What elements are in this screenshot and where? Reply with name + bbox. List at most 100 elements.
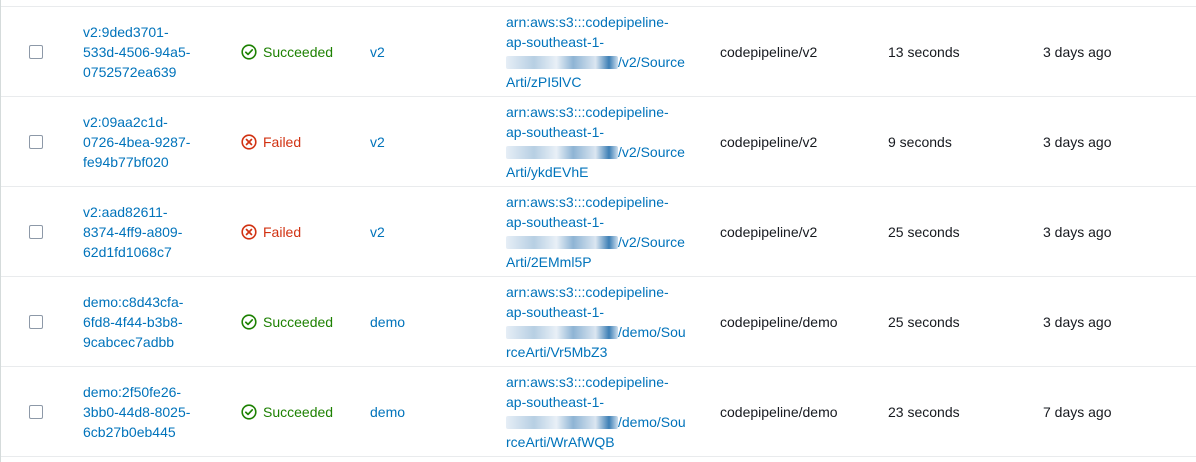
- pipeline-link[interactable]: v2: [370, 132, 385, 152]
- artifact-line-4: rceArti/Vr5MbZ3: [506, 343, 608, 360]
- status-indicator: Failed: [241, 222, 301, 242]
- pipeline-cell: v2: [370, 97, 450, 186]
- artifact-link[interactable]: arn:aws:s3:::codepipeline- ap-southeast-…: [506, 12, 685, 92]
- artifact-link[interactable]: arn:aws:s3:::codepipeline- ap-southeast-…: [506, 102, 685, 182]
- execution-id-link[interactable]: v2:9ded3701- 533d-4506-94a5- 0752572ea63…: [83, 22, 190, 82]
- status-indicator: Succeeded: [241, 312, 333, 332]
- artifact-line-1: arn:aws:s3:::codepipeline-: [506, 193, 669, 210]
- artifact-line-1: arn:aws:s3:::codepipeline-: [506, 373, 669, 390]
- execution-id-cell: v2:09aa2c1d- 0726-4bea-9287- fe94b77bf02…: [83, 97, 223, 186]
- row-select-cell: [29, 7, 45, 96]
- duration-cell: 13 seconds: [888, 7, 1008, 96]
- status-indicator: Failed: [241, 132, 301, 152]
- execution-id-link[interactable]: demo:c8d43cfa- 6fd8-4f44-b3b8- 9cabcec7a…: [83, 292, 183, 352]
- pipeline-link[interactable]: v2: [370, 222, 385, 242]
- execution-id-link[interactable]: v2:aad82611- 8374-4ff9-a809- 62d1fd1068c…: [83, 202, 182, 262]
- table-row: demo:2f50fe26- 3bb0-44d8-8025- 6cb27b0eb…: [1, 367, 1196, 457]
- artifact-line-3-suffix: /v2/Source: [618, 53, 685, 70]
- table-row: v2:09aa2c1d- 0726-4bea-9287- fe94b77bf02…: [1, 97, 1196, 187]
- row-checkbox[interactable]: [29, 314, 43, 329]
- execution-id-cell: demo:c8d43cfa- 6fd8-4f44-b3b8- 9cabcec7a…: [83, 277, 223, 366]
- artifact-line-1: arn:aws:s3:::codepipeline-: [506, 103, 669, 120]
- time-text: 7 days ago: [1043, 403, 1112, 420]
- status-label: Succeeded: [263, 313, 334, 330]
- artifact-line-2: ap-southeast-1-: [506, 303, 605, 320]
- status-indicator: Succeeded: [241, 42, 333, 62]
- artifact-link[interactable]: arn:aws:s3:::codepipeline- ap-southeast-…: [506, 192, 685, 272]
- artifact-line-4: Arti/2EMml5P: [506, 253, 592, 270]
- execution-id-cell: demo:2f50fe26- 3bb0-44d8-8025- 6cb27b0eb…: [83, 367, 223, 456]
- execution-id-link[interactable]: demo:2f50fe26- 3bb0-44d8-8025- 6cb27b0eb…: [83, 382, 190, 442]
- x-circle-icon: [241, 223, 257, 240]
- duration-cell: 25 seconds: [888, 277, 1008, 366]
- duration-cell: 9 seconds: [888, 97, 1008, 186]
- artifact-line-4: Arti/ykdEVhE: [506, 163, 589, 180]
- row-checkbox[interactable]: [29, 44, 43, 59]
- execution-id-link[interactable]: v2:09aa2c1d- 0726-4bea-9287- fe94b77bf02…: [83, 112, 190, 172]
- pipeline-link[interactable]: demo: [370, 312, 405, 332]
- time-text: 3 days ago: [1043, 313, 1112, 330]
- redacted-account-id: [506, 416, 618, 430]
- artifact-line-1: arn:aws:s3:::codepipeline-: [506, 13, 669, 30]
- duration-text: 25 seconds: [888, 313, 960, 330]
- check-circle-icon: [241, 313, 257, 330]
- pipeline-cell: v2: [370, 7, 450, 96]
- status-cell: Failed: [241, 187, 361, 276]
- artifact-line-3: /demo/Sou: [506, 412, 686, 432]
- directory-text: codepipeline/v2: [720, 223, 818, 240]
- directory-text: codepipeline/demo: [720, 403, 838, 420]
- row-checkbox[interactable]: [29, 134, 43, 149]
- duration-text: 9 seconds: [888, 133, 952, 150]
- time-text: 3 days ago: [1043, 133, 1112, 150]
- status-label: Succeeded: [263, 43, 334, 60]
- execution-id-cell: v2:9ded3701- 533d-4506-94a5- 0752572ea63…: [83, 7, 223, 96]
- artifact-line-4: rceArti/WrAfWQB: [506, 433, 615, 450]
- check-circle-icon: [241, 403, 257, 420]
- artifact-line-3-suffix: /demo/Sou: [618, 323, 686, 340]
- time-cell: 3 days ago: [1043, 97, 1163, 186]
- artifact-line-2: ap-southeast-1-: [506, 213, 605, 230]
- time-cell: 3 days ago: [1043, 187, 1163, 276]
- status-label: Failed: [263, 223, 302, 240]
- directory-cell: codepipeline/v2: [720, 7, 870, 96]
- row-select-cell: [29, 97, 45, 186]
- row-checkbox[interactable]: [29, 224, 43, 239]
- artifact-link[interactable]: arn:aws:s3:::codepipeline- ap-southeast-…: [506, 372, 686, 452]
- status-label: Failed: [263, 133, 302, 150]
- status-cell: Succeeded: [241, 367, 361, 456]
- artifact-line-2: ap-southeast-1-: [506, 393, 605, 410]
- directory-cell: codepipeline/demo: [720, 367, 870, 456]
- artifact-link[interactable]: arn:aws:s3:::codepipeline- ap-southeast-…: [506, 282, 686, 362]
- artifact-line-3: /v2/Source: [506, 52, 685, 72]
- directory-cell: codepipeline/demo: [720, 277, 870, 366]
- artifact-cell: arn:aws:s3:::codepipeline- ap-southeast-…: [506, 7, 691, 96]
- pipeline-link[interactable]: v2: [370, 42, 385, 62]
- time-cell: 3 days ago: [1043, 7, 1163, 96]
- artifact-line-3-suffix: /v2/Source: [618, 143, 685, 160]
- status-label: Succeeded: [263, 403, 334, 420]
- executions-table: v2:9ded3701- 533d-4506-94a5- 0752572ea63…: [0, 0, 1196, 462]
- row-select-cell: [29, 277, 45, 366]
- redacted-account-id: [506, 56, 618, 70]
- duration-cell: 23 seconds: [888, 367, 1008, 456]
- time-cell: 3 days ago: [1043, 277, 1163, 366]
- table-row: v2:9ded3701- 533d-4506-94a5- 0752572ea63…: [1, 7, 1196, 97]
- row-checkbox[interactable]: [29, 404, 43, 419]
- artifact-cell: arn:aws:s3:::codepipeline- ap-southeast-…: [506, 277, 691, 366]
- pipeline-cell: demo: [370, 367, 450, 456]
- time-text: 3 days ago: [1043, 223, 1112, 240]
- status-cell: Succeeded: [241, 7, 361, 96]
- execution-id-cell: v2:aad82611- 8374-4ff9-a809- 62d1fd1068c…: [83, 187, 223, 276]
- table-row: [1, 0, 1196, 7]
- redacted-account-id: [506, 146, 618, 160]
- check-circle-icon: [241, 43, 257, 60]
- pipeline-cell: demo: [370, 277, 450, 366]
- time-cell: 7 days ago: [1043, 367, 1163, 456]
- artifact-cell: arn:aws:s3:::codepipeline- ap-southeast-…: [506, 367, 691, 456]
- pipeline-link[interactable]: demo: [370, 402, 405, 422]
- artifact-cell: arn:aws:s3:::codepipeline- ap-southeast-…: [506, 187, 691, 276]
- table-row: demo:c8d43cfa- 6fd8-4f44-b3b8- 9cabcec7a…: [1, 277, 1196, 367]
- duration-text: 25 seconds: [888, 223, 960, 240]
- status-cell: Failed: [241, 97, 361, 186]
- artifact-line-3: /v2/Source: [506, 142, 685, 162]
